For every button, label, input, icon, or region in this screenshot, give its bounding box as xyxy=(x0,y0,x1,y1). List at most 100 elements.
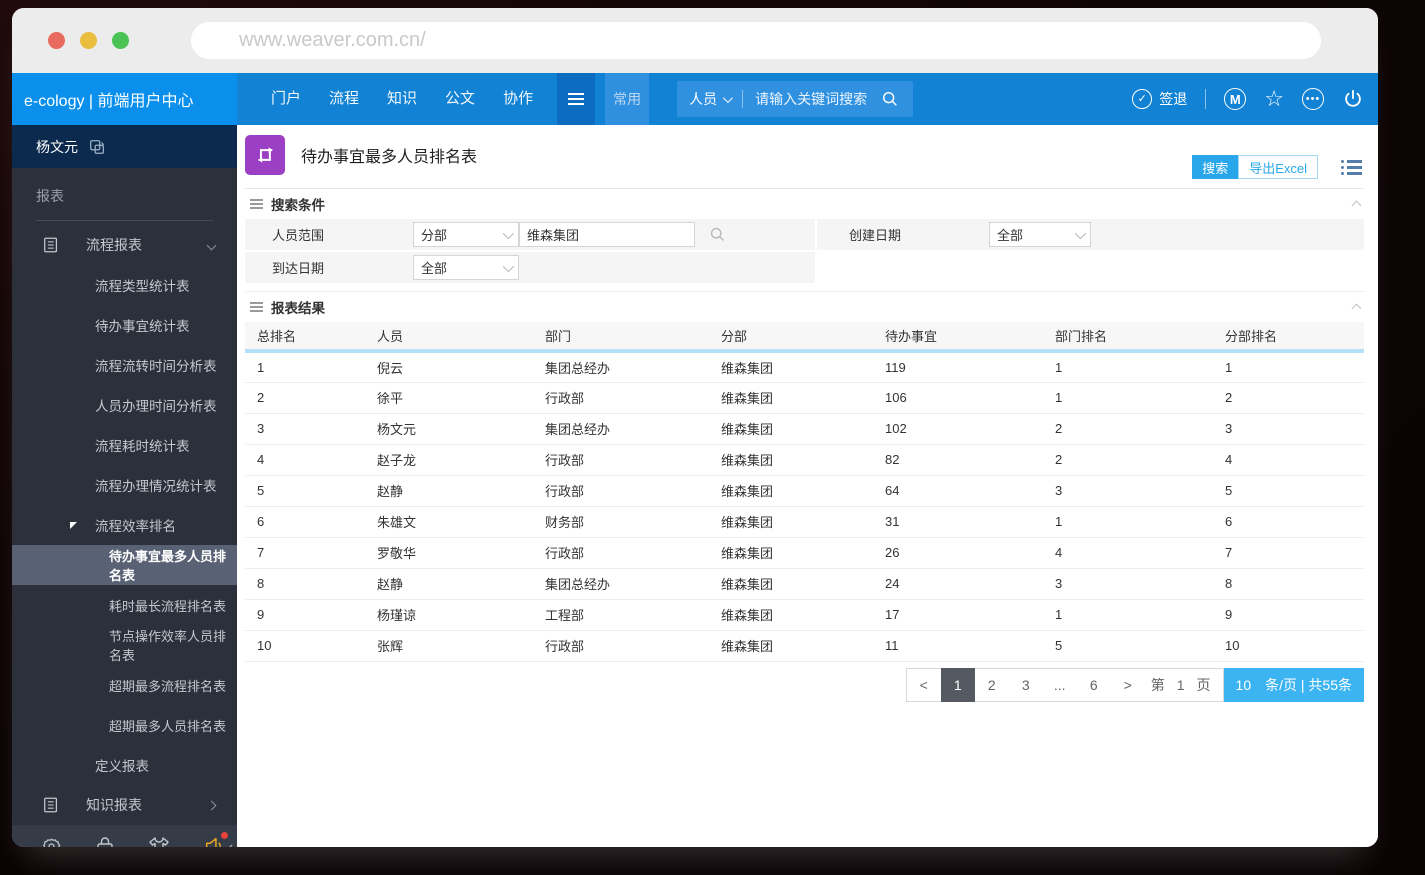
table-row[interactable]: 9 杨瑾谅 工程部 维森集团 17 1 9 xyxy=(245,599,1364,631)
page-title: 待办事宜最多人员排名表 xyxy=(301,149,478,166)
cell-branch: 维森集团 xyxy=(709,630,873,662)
page-button-6[interactable]: 6 xyxy=(1077,668,1111,702)
expanded-triangle-icon xyxy=(70,522,77,529)
sidebar-item-knowledge-reports[interactable]: 知识报表 xyxy=(12,785,237,825)
sidebar-collapse-arrow[interactable]: ‹ xyxy=(229,839,233,847)
check-circle-icon: ✓ xyxy=(1132,89,1153,109)
address-bar[interactable]: www.weaver.com.cn/ xyxy=(191,22,1321,59)
favorite-star-icon[interactable]: ☆ xyxy=(1264,88,1284,110)
app-brand[interactable]: e-cology | 前端用户中心 xyxy=(12,73,237,125)
table-row[interactable]: 3 杨文元 集团总经办 维森集团 102 2 3 xyxy=(245,413,1364,445)
sidebar-item-duration-stats[interactable]: 流程耗时统计表 xyxy=(12,425,237,465)
cell-dept-rank: 5 xyxy=(1043,630,1213,662)
arrive-date-select[interactable]: 全部 xyxy=(413,255,519,280)
table-row[interactable]: 1 倪云 集团总经办 维森集团 119 1 1 xyxy=(245,351,1364,383)
page-size-selector[interactable]: 10 条/页 | 共55条 xyxy=(1223,667,1364,702)
sidebar-item-workflow-reports[interactable]: 流程报表 xyxy=(12,225,237,265)
settings-gear-icon[interactable] xyxy=(40,835,63,847)
next-page-button[interactable]: > xyxy=(1111,668,1145,702)
column-header[interactable]: 人员 xyxy=(365,322,533,353)
cell-person: 罗敬华 xyxy=(365,537,533,569)
column-header[interactable]: 部门 xyxy=(533,322,709,353)
search-scope-dropdown[interactable]: 人员 xyxy=(689,89,733,109)
cell-rank: 3 xyxy=(245,413,365,445)
search-icon[interactable] xyxy=(867,90,913,108)
sidebar-item-most-todo-ranking[interactable]: 待办事宜最多人员排名表 xyxy=(12,545,237,585)
nav-item-workflow[interactable]: 流程 xyxy=(315,73,373,125)
export-excel-button[interactable]: 导出Excel xyxy=(1238,155,1318,179)
sidebar-user[interactable]: 杨文元 xyxy=(12,125,237,168)
table-row[interactable]: 6 朱雄文 财务部 维森集团 31 1 6 xyxy=(245,506,1364,538)
sidebar-item-efficiency-ranking[interactable]: 流程效率排名 xyxy=(12,505,237,545)
cell-dept: 财务部 xyxy=(533,506,709,538)
scope-value-input[interactable] xyxy=(519,222,695,247)
cell-branch: 维森集团 xyxy=(709,599,873,631)
navbar-right-icons: ✓ 签退 M ☆ ••• xyxy=(1132,73,1364,125)
cell-rank: 7 xyxy=(245,537,365,569)
lock-icon[interactable] xyxy=(95,835,115,847)
cell-dept: 行政部 xyxy=(533,382,709,414)
condition-create-date-row: 创建日期 全部 xyxy=(817,219,1364,250)
table-body: 1 倪云 集团总经办 维森集团 119 1 1 2 徐平 行政部 维森集团 10… xyxy=(245,351,1364,662)
collapse-section-icon[interactable] xyxy=(1351,303,1362,314)
column-header[interactable]: 待办事宜 xyxy=(873,322,1043,353)
nav-item-knowledge[interactable]: 知识 xyxy=(373,73,431,125)
table-row[interactable]: 10 张辉 行政部 维森集团 11 5 10 xyxy=(245,630,1364,662)
sidebar-item-type-stats[interactable]: 流程类型统计表 xyxy=(12,265,237,305)
sidebar-item-longest-flow-ranking[interactable]: 耗时最长流程排名表 xyxy=(12,585,237,625)
sidebar-item-custom-report[interactable]: 定义报表 xyxy=(12,745,237,785)
scope-type-select[interactable]: 分部 xyxy=(413,222,519,247)
cell-branch: 维森集团 xyxy=(709,413,873,445)
power-icon[interactable] xyxy=(1342,88,1364,110)
table-row[interactable]: 4 赵子龙 行政部 维森集团 82 2 4 xyxy=(245,444,1364,476)
table-row[interactable]: 2 徐平 行政部 维森集团 106 1 2 xyxy=(245,382,1364,414)
table-row[interactable]: 5 赵静 行政部 维森集团 64 3 5 xyxy=(245,475,1364,507)
maximize-window-button[interactable] xyxy=(112,32,129,49)
sidebar-item-node-efficiency-ranking[interactable]: 节点操作效率人员排名表 xyxy=(12,625,237,665)
speaker-announcement-icon[interactable] xyxy=(203,832,228,847)
m-badge-icon[interactable]: M xyxy=(1224,88,1247,110)
minimize-window-button[interactable] xyxy=(80,32,97,49)
column-header[interactable]: 分部排名 xyxy=(1213,322,1364,353)
cell-todo: 102 xyxy=(873,413,1043,445)
close-window-button[interactable] xyxy=(48,32,65,49)
page-button-2[interactable]: 2 xyxy=(975,668,1009,702)
cell-rank: 9 xyxy=(245,599,365,631)
switch-account-icon[interactable] xyxy=(88,138,106,156)
search-button[interactable]: 搜索 xyxy=(1192,155,1239,179)
theme-shirt-icon[interactable] xyxy=(147,835,171,847)
prev-page-button[interactable]: < xyxy=(907,668,941,702)
collapse-section-icon[interactable] xyxy=(1351,200,1362,211)
create-date-select[interactable]: 全部 xyxy=(989,222,1091,247)
nav-favorites-button[interactable]: 常用 xyxy=(605,73,650,125)
list-menu-icon[interactable] xyxy=(1341,157,1362,178)
sidebar-item-person-time-analysis[interactable]: 人员办理时间分析表 xyxy=(12,385,237,425)
nav-hamburger-button[interactable] xyxy=(557,73,596,125)
search-input[interactable]: 请输入关键词搜索 xyxy=(755,89,867,109)
cell-dept: 工程部 xyxy=(533,599,709,631)
sidebar-item-overdue-flow-ranking[interactable]: 超期最多流程排名表 xyxy=(12,665,237,705)
sidebar-item-overdue-person-ranking[interactable]: 超期最多人员排名表 xyxy=(12,705,237,745)
sidebar-item-handling-stats[interactable]: 流程办理情况统计表 xyxy=(12,465,237,505)
cell-todo: 82 xyxy=(873,444,1043,476)
column-header[interactable]: 分部 xyxy=(709,322,873,353)
table-row[interactable]: 7 罗敬华 行政部 维森集团 26 4 7 xyxy=(245,537,1364,569)
nav-item-portal[interactable]: 门户 xyxy=(257,73,315,125)
nav-item-document[interactable]: 公文 xyxy=(431,73,489,125)
cell-dept: 集团总经办 xyxy=(533,413,709,445)
signout-button[interactable]: ✓ 签退 xyxy=(1132,89,1187,109)
column-header[interactable]: 总排名 xyxy=(245,322,365,353)
sidebar-item-flow-time-analysis[interactable]: 流程流转时间分析表 xyxy=(12,345,237,385)
column-header[interactable]: 部门排名 xyxy=(1043,322,1213,353)
cell-person: 赵静 xyxy=(365,568,533,600)
page-button-3[interactable]: 3 xyxy=(1009,668,1043,702)
browse-search-icon[interactable] xyxy=(709,226,726,243)
sidebar-item-todo-stats[interactable]: 待办事宜统计表 xyxy=(12,305,237,345)
more-options-icon[interactable]: ••• xyxy=(1302,88,1324,110)
cell-branch-rank: 6 xyxy=(1213,506,1364,538)
nav-item-collaboration[interactable]: 协作 xyxy=(489,73,547,125)
page-button-1[interactable]: 1 xyxy=(940,667,975,702)
page-jump-input[interactable]: 1 xyxy=(1177,677,1185,693)
cell-todo: 106 xyxy=(873,382,1043,414)
table-row[interactable]: 8 赵静 集团总经办 维森集团 24 3 8 xyxy=(245,568,1364,600)
